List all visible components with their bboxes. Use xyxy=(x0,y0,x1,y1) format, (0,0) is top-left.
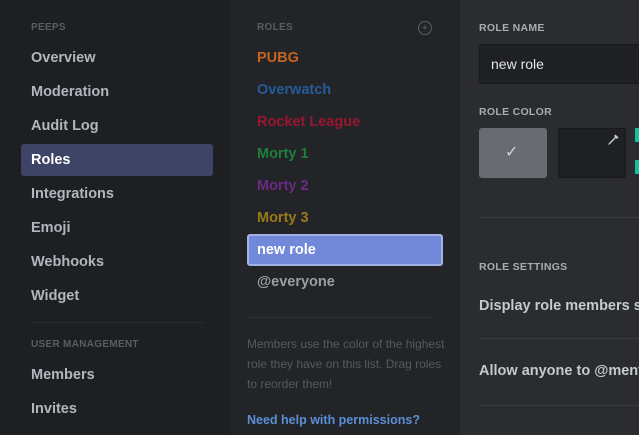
edit-divider xyxy=(479,405,639,406)
sidebar-item-overview[interactable]: Overview xyxy=(21,42,213,74)
allow-mention-setting: Allow anyone to @ment xyxy=(479,363,639,379)
sidebar-divider xyxy=(31,322,203,323)
edit-divider xyxy=(479,338,639,339)
role-item-morty-1[interactable]: Morty 1 xyxy=(247,138,443,170)
sidebar-section-header-user-management: USER MANAGEMENT xyxy=(31,339,139,350)
role-item-overwatch[interactable]: Overwatch xyxy=(247,74,443,106)
sidebar-item-roles[interactable]: Roles xyxy=(21,144,213,176)
server-settings-screen: PEEPS Overview Moderation Audit Log Role… xyxy=(0,0,639,435)
role-item-new-role[interactable]: new role xyxy=(247,234,443,266)
role-color-label: ROLE COLOR xyxy=(479,106,552,118)
sidebar-item-emoji[interactable]: Emoji xyxy=(21,212,213,244)
sidebar-item-invites[interactable]: Invites xyxy=(21,393,213,425)
role-item-everyone[interactable]: @everyone xyxy=(247,266,443,298)
role-item-rocket-league[interactable]: Rocket League xyxy=(247,106,443,138)
roles-divider xyxy=(247,317,433,318)
permissions-help-link[interactable]: Need help with permissions? xyxy=(247,413,420,427)
check-icon: ✓ xyxy=(505,144,519,161)
preset-color-swatch[interactable] xyxy=(635,128,639,142)
role-item-morty-3[interactable]: Morty 3 xyxy=(247,202,443,234)
display-role-members-setting: Display role members se xyxy=(479,298,639,314)
role-name-input[interactable] xyxy=(479,44,639,84)
sidebar-item-integrations[interactable]: Integrations xyxy=(21,178,213,210)
preset-color-swatch[interactable] xyxy=(635,160,639,174)
roles-help-text: Members use the color of the highest rol… xyxy=(247,337,445,391)
settings-sidebar: PEEPS Overview Moderation Audit Log Role… xyxy=(0,0,230,435)
sidebar-section-header-peeps: PEEPS xyxy=(31,22,66,33)
roles-list-panel: ROLES + PUBG Overwatch Rocket League Mor… xyxy=(230,0,460,435)
role-item-pubg[interactable]: PUBG xyxy=(247,42,443,74)
add-role-icon[interactable]: + xyxy=(418,21,432,35)
custom-color-swatch[interactable] xyxy=(558,128,626,178)
sidebar-item-audit-log[interactable]: Audit Log xyxy=(21,110,213,142)
edit-divider xyxy=(479,217,639,218)
eyedropper-icon xyxy=(608,134,619,145)
sidebar-item-webhooks[interactable]: Webhooks xyxy=(21,246,213,278)
role-settings-label: ROLE SETTINGS xyxy=(479,261,568,273)
sidebar-item-moderation[interactable]: Moderation xyxy=(21,76,213,108)
role-edit-panel: ROLE NAME ROLE COLOR ✓ ROLE SETTINGS Dis… xyxy=(460,0,639,435)
default-color-swatch[interactable]: ✓ xyxy=(479,128,547,178)
sidebar-item-members[interactable]: Members xyxy=(21,359,213,391)
role-item-morty-2[interactable]: Morty 2 xyxy=(247,170,443,202)
roles-header: ROLES xyxy=(257,22,293,33)
role-name-label: ROLE NAME xyxy=(479,22,545,34)
sidebar-item-widget[interactable]: Widget xyxy=(21,280,213,312)
